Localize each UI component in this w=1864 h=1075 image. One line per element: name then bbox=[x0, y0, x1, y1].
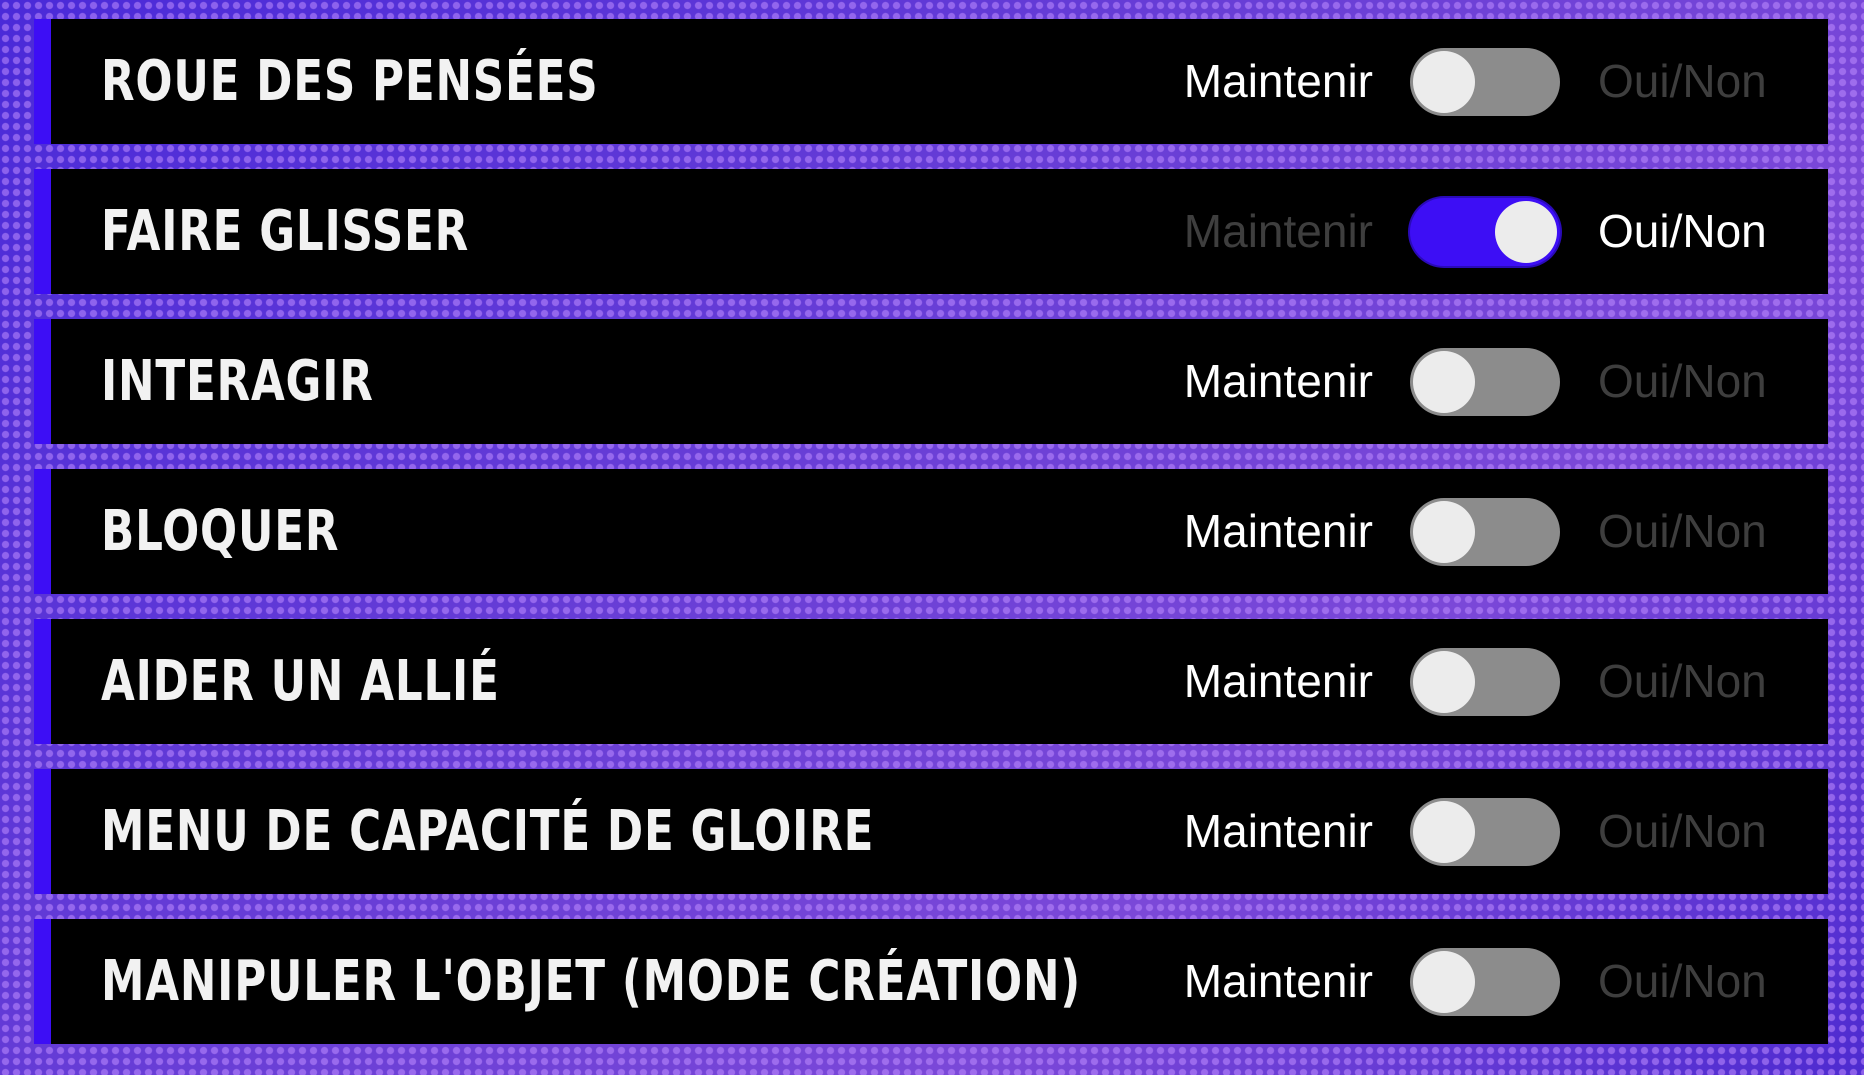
toggle-option-label[interactable]: Oui/Non bbox=[1598, 619, 1767, 744]
hold-toggle-switch[interactable] bbox=[1410, 48, 1560, 116]
toggle-option-label[interactable]: Oui/Non bbox=[1598, 19, 1767, 144]
switch-knob bbox=[1413, 501, 1475, 563]
setting-row-aider-un-allie: AIDER UN ALLIÉ Maintenir Oui/Non bbox=[34, 619, 1828, 744]
hold-toggle-switch[interactable] bbox=[1410, 348, 1560, 416]
setting-row-menu-de-capacite-de-gloire: MENU DE CAPACITÉ DE GLOIRE Maintenir Oui… bbox=[34, 769, 1828, 894]
setting-title: ROUE DES PENSÉES bbox=[101, 49, 599, 114]
hold-toggle-switch[interactable] bbox=[1410, 948, 1560, 1016]
setting-row-faire-glisser: FAIRE GLISSER Maintenir Oui/Non bbox=[34, 169, 1828, 294]
toggle-option-label[interactable]: Oui/Non bbox=[1598, 319, 1767, 444]
hold-toggle-switch[interactable] bbox=[1410, 498, 1560, 566]
hold-toggle-switch[interactable] bbox=[1410, 798, 1560, 866]
input-mode-settings-list: ROUE DES PENSÉES Maintenir Oui/Non FAIRE… bbox=[34, 19, 1828, 1044]
setting-title: MENU DE CAPACITÉ DE GLOIRE bbox=[101, 799, 875, 864]
switch-knob bbox=[1495, 201, 1557, 263]
setting-row-bloquer: BLOQUER Maintenir Oui/Non bbox=[34, 469, 1828, 594]
setting-title: BLOQUER bbox=[101, 499, 340, 564]
setting-title: FAIRE GLISSER bbox=[101, 199, 470, 264]
setting-title: AIDER UN ALLIÉ bbox=[101, 649, 500, 714]
toggle-option-label[interactable]: Oui/Non bbox=[1598, 469, 1767, 594]
hold-option-label[interactable]: Maintenir bbox=[1184, 769, 1373, 894]
setting-row-roue-des-pensees: ROUE DES PENSÉES Maintenir Oui/Non bbox=[34, 19, 1828, 144]
setting-row-manipuler-l-objet: MANIPULER L'OBJET (MODE CRÉATION) Mainte… bbox=[34, 919, 1828, 1044]
toggle-option-label[interactable]: Oui/Non bbox=[1598, 919, 1767, 1044]
hold-option-label[interactable]: Maintenir bbox=[1184, 319, 1373, 444]
switch-knob bbox=[1413, 51, 1475, 113]
hold-option-label[interactable]: Maintenir bbox=[1184, 469, 1373, 594]
hold-toggle-switch[interactable] bbox=[1410, 198, 1560, 266]
hold-option-label[interactable]: Maintenir bbox=[1184, 919, 1373, 1044]
setting-row-interagir: INTERAGIR Maintenir Oui/Non bbox=[34, 319, 1828, 444]
setting-title: MANIPULER L'OBJET (MODE CRÉATION) bbox=[101, 949, 1082, 1014]
toggle-option-label[interactable]: Oui/Non bbox=[1598, 769, 1767, 894]
switch-knob bbox=[1413, 801, 1475, 863]
toggle-option-label[interactable]: Oui/Non bbox=[1598, 169, 1767, 294]
hold-toggle-switch[interactable] bbox=[1410, 648, 1560, 716]
switch-knob bbox=[1413, 951, 1475, 1013]
switch-knob bbox=[1413, 651, 1475, 713]
hold-option-label[interactable]: Maintenir bbox=[1184, 169, 1373, 294]
hold-option-label[interactable]: Maintenir bbox=[1184, 619, 1373, 744]
switch-knob bbox=[1413, 351, 1475, 413]
setting-title: INTERAGIR bbox=[101, 349, 374, 414]
hold-option-label[interactable]: Maintenir bbox=[1184, 19, 1373, 144]
